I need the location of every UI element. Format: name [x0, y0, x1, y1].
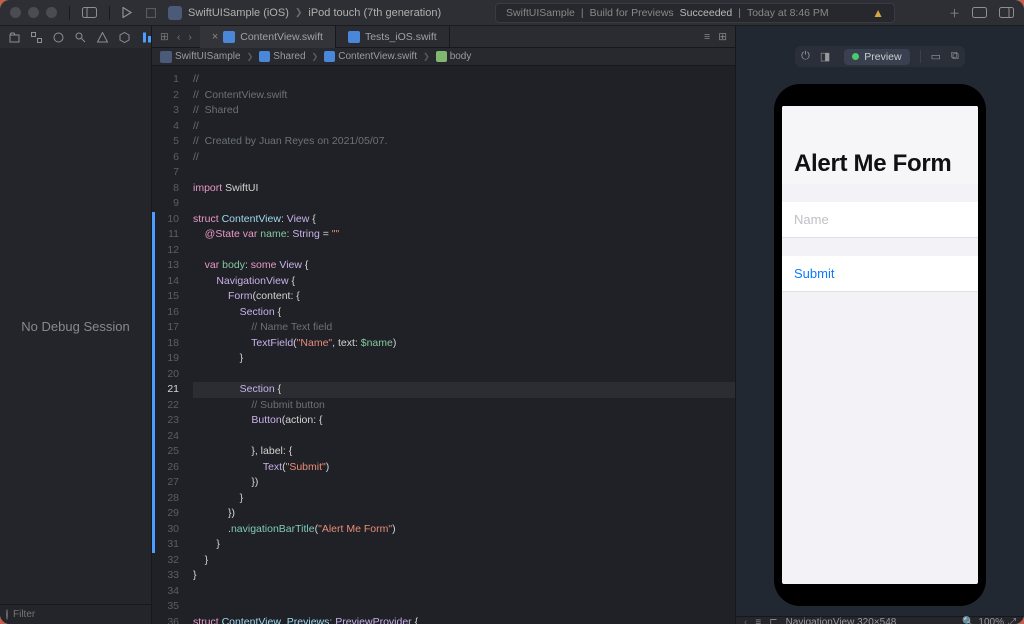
code-editor[interactable]: 1234567891011121314151617181920212223242… — [152, 66, 735, 624]
canvas-minimap-icon[interactable]: ⊏ — [769, 617, 777, 624]
canvas-options-icon[interactable]: ≡ — [755, 617, 761, 624]
forward-icon[interactable]: › — [188, 31, 192, 43]
traffic-minimize[interactable] — [28, 7, 39, 18]
source-control-nav-icon[interactable] — [31, 32, 42, 43]
debug-navigator-empty: No Debug Session — [0, 48, 151, 604]
test-nav-icon[interactable] — [119, 32, 130, 43]
zoom-out-icon[interactable]: 🔍 — [962, 617, 974, 624]
tab-tests-ios[interactable]: Tests_iOS.swift — [336, 26, 450, 48]
inspectors-toggle-icon[interactable] — [999, 7, 1014, 18]
debug-nav-icon[interactable] — [141, 32, 152, 43]
duplicate-preview-icon[interactable]: ⧉ — [951, 50, 959, 63]
line-gutter[interactable]: 1234567891011121314151617181920212223242… — [157, 66, 185, 624]
device-name: iPod touch (7th generation) — [308, 7, 441, 19]
stop-icon[interactable] — [146, 8, 156, 18]
traffic-lights[interactable] — [10, 7, 57, 18]
status-project: SwiftUISample — [506, 7, 575, 19]
adjust-editor-icon[interactable]: ⊞ — [718, 31, 727, 43]
status-result: Succeeded — [680, 7, 733, 19]
issue-nav-icon[interactable] — [97, 32, 108, 43]
name-text-field[interactable]: Name — [782, 202, 978, 238]
sidebar-toggle-icon[interactable] — [82, 7, 97, 18]
tab-bar: ⊞ ‹ › × ContentView.swift Tests_iOS.swif… — [152, 26, 735, 48]
live-dot-icon — [852, 53, 859, 60]
traffic-close[interactable] — [10, 7, 21, 18]
status-action: Build for Previews — [590, 7, 674, 19]
nav-title: Alert Me Form — [794, 150, 966, 178]
tab-contentview[interactable]: × ContentView.swift — [200, 26, 336, 48]
preview-canvas[interactable]: ⏻ ◨ Preview ▭ ⧉ Alert Me Form — [736, 26, 1024, 616]
zoom-in-icon[interactable]: ⤢ — [1008, 617, 1016, 624]
property-icon — [436, 51, 447, 62]
navigator-selector[interactable] — [0, 26, 151, 48]
filter-input[interactable] — [13, 609, 145, 620]
folder-icon — [259, 51, 270, 62]
activity-status[interactable]: SwiftUISample | Build for Previews Succe… — [495, 3, 895, 23]
traffic-zoom[interactable] — [46, 7, 57, 18]
app-icon — [168, 6, 182, 20]
titlebar: SwiftUISample (iOS) ❯ iPod touch (7th ge… — [0, 0, 1024, 26]
navigation-bar: Alert Me Form — [782, 106, 978, 184]
device-bezel: Alert Me Form Name Submit — [774, 84, 986, 606]
project-nav-icon[interactable] — [9, 32, 20, 43]
symbol-nav-icon[interactable] — [53, 32, 64, 43]
back-icon[interactable]: ‹ — [177, 31, 181, 43]
zoom-level[interactable]: 100% — [978, 617, 1004, 624]
swift-file-icon — [348, 31, 360, 43]
preview-toolbar: ⏻ ◨ Preview ▭ ⧉ — [795, 46, 965, 67]
find-nav-icon[interactable] — [75, 32, 86, 43]
canvas-back-icon[interactable]: ‹ — [744, 617, 747, 624]
library-icon[interactable] — [972, 7, 987, 18]
power-icon[interactable]: ⏻ — [801, 50, 810, 63]
swift-file-icon — [324, 51, 335, 62]
scheme-selector[interactable]: SwiftUISample (iOS) ❯ iPod touch (7th ge… — [168, 6, 441, 20]
add-editor-icon[interactable]: ＋ — [949, 5, 960, 21]
editor-options-icon[interactable]: ≡ — [704, 31, 710, 43]
pin-icon[interactable]: ◨ — [820, 50, 830, 63]
status-time: Today at 8:46 PM — [747, 7, 829, 19]
submit-button[interactable]: Submit — [782, 256, 978, 292]
swift-file-icon — [223, 31, 235, 43]
warning-icon[interactable]: ▲ — [872, 6, 884, 20]
close-tab-icon[interactable]: × — [212, 31, 218, 43]
filter-scope-icon[interactable] — [6, 609, 8, 620]
related-items-icon[interactable]: ⊞ — [160, 31, 169, 43]
run-icon[interactable] — [122, 7, 132, 18]
scheme-name: SwiftUISample (iOS) — [188, 7, 289, 19]
device-settings-icon[interactable]: ▭ — [931, 50, 941, 63]
app-icon — [160, 51, 172, 63]
jump-bar[interactable]: SwiftUISample ❯ Shared ❯ ContentView.swi… — [152, 48, 735, 66]
simulator-screen[interactable]: Alert Me Form Name Submit — [782, 106, 978, 584]
chevron-right-icon: ❯ — [295, 7, 303, 18]
live-preview-pill[interactable]: Preview — [844, 49, 909, 65]
canvas-breadcrumb[interactable]: NavigationView 320×548 — [786, 617, 897, 624]
